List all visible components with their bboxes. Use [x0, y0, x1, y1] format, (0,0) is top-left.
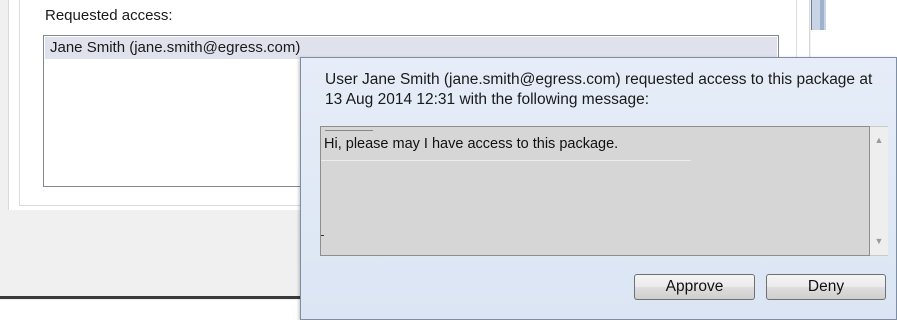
scroll-down-arrow-icon[interactable]: ▼	[870, 233, 888, 250]
access-request-popup: User Jane Smith (jane.smith@egress.com) …	[300, 57, 897, 320]
message-underline	[321, 160, 691, 161]
request-message-box[interactable]: Hi, please may I have access to this pac…	[320, 126, 870, 256]
window-frame-line	[820, 0, 824, 30]
request-description: User Jane Smith (jane.smith@egress.com) …	[325, 71, 873, 108]
deny-button[interactable]: Deny	[766, 274, 886, 300]
message-box-divider	[325, 130, 373, 131]
message-scrollbar[interactable]: ▲ ▼	[870, 126, 888, 256]
scroll-up-arrow-icon[interactable]: ▲	[870, 132, 888, 149]
text-caret	[321, 235, 324, 236]
list-item[interactable]: Jane Smith (jane.smith@egress.com)	[45, 37, 777, 59]
requested-access-label: Requested access:	[45, 7, 173, 24]
request-message-text: Hi, please may I have access to this pac…	[324, 136, 619, 152]
approve-button[interactable]: Approve	[634, 274, 755, 300]
